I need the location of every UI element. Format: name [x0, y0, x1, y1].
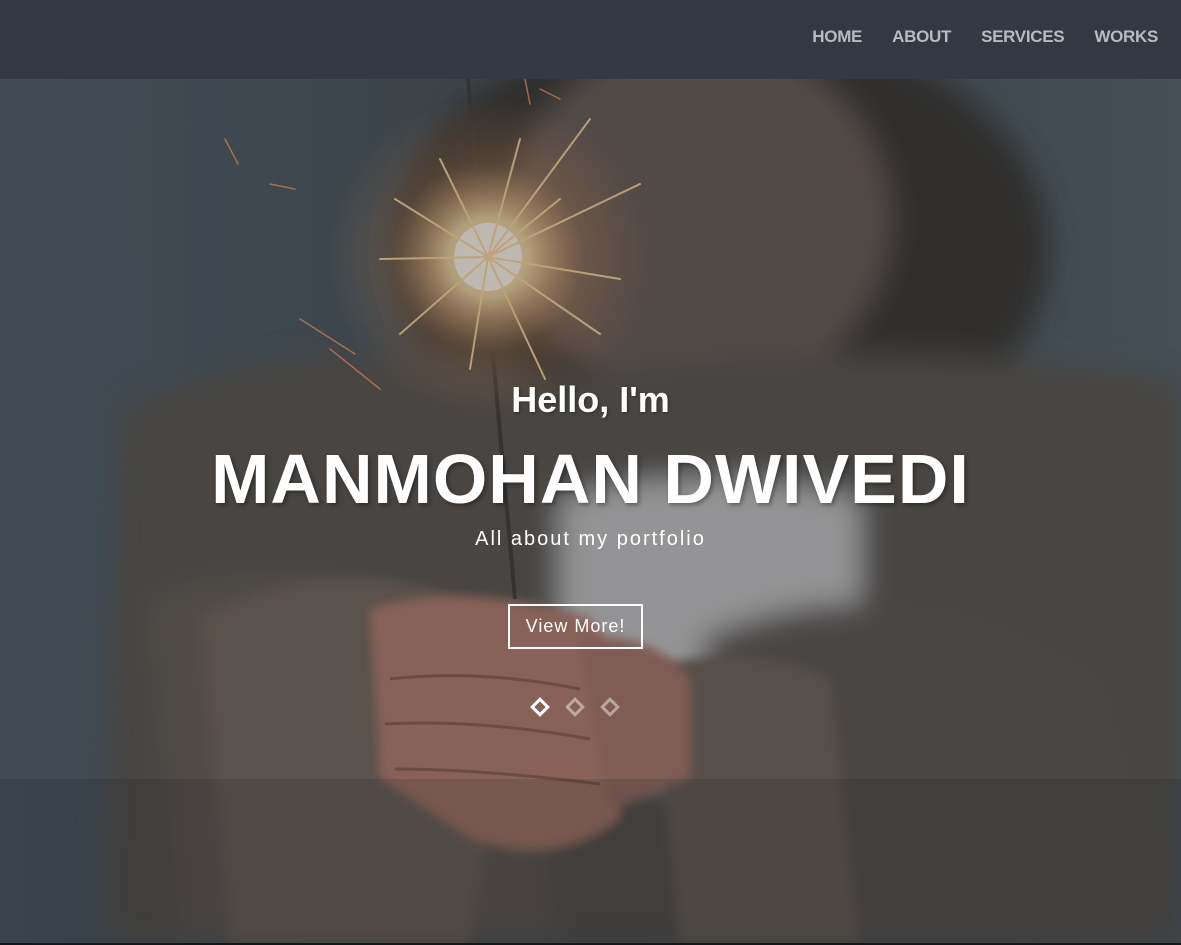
slide-indicator-3[interactable]: [600, 697, 620, 717]
hero-tagline: All about my portfolio: [475, 528, 706, 550]
slider-indicators: [528, 696, 638, 718]
nav-link-about[interactable]: ABOUT: [877, 27, 966, 47]
nav-link-services[interactable]: SERVICES: [966, 27, 1079, 47]
nav-link-works[interactable]: WORKS: [1079, 27, 1173, 47]
navbar: HOME ABOUT SERVICES WORKS: [0, 0, 1181, 79]
hero-content: Hello, I'm MANMOHAN DWIVEDI All about my…: [0, 79, 1181, 943]
hero-name: MANMOHAN DWIVEDI: [211, 440, 970, 518]
nav-menu: HOME ABOUT SERVICES WORKS: [797, 0, 1173, 74]
view-more-button[interactable]: View More!: [508, 604, 643, 649]
hero-slider: Hello, I'm MANMOHAN DWIVEDI All about my…: [0, 79, 1181, 943]
hero-greeting: Hello, I'm: [511, 379, 670, 420]
nav-link-home[interactable]: HOME: [797, 27, 877, 47]
slide-indicator-2[interactable]: [565, 697, 585, 717]
slide-indicator-1[interactable]: [530, 697, 550, 717]
